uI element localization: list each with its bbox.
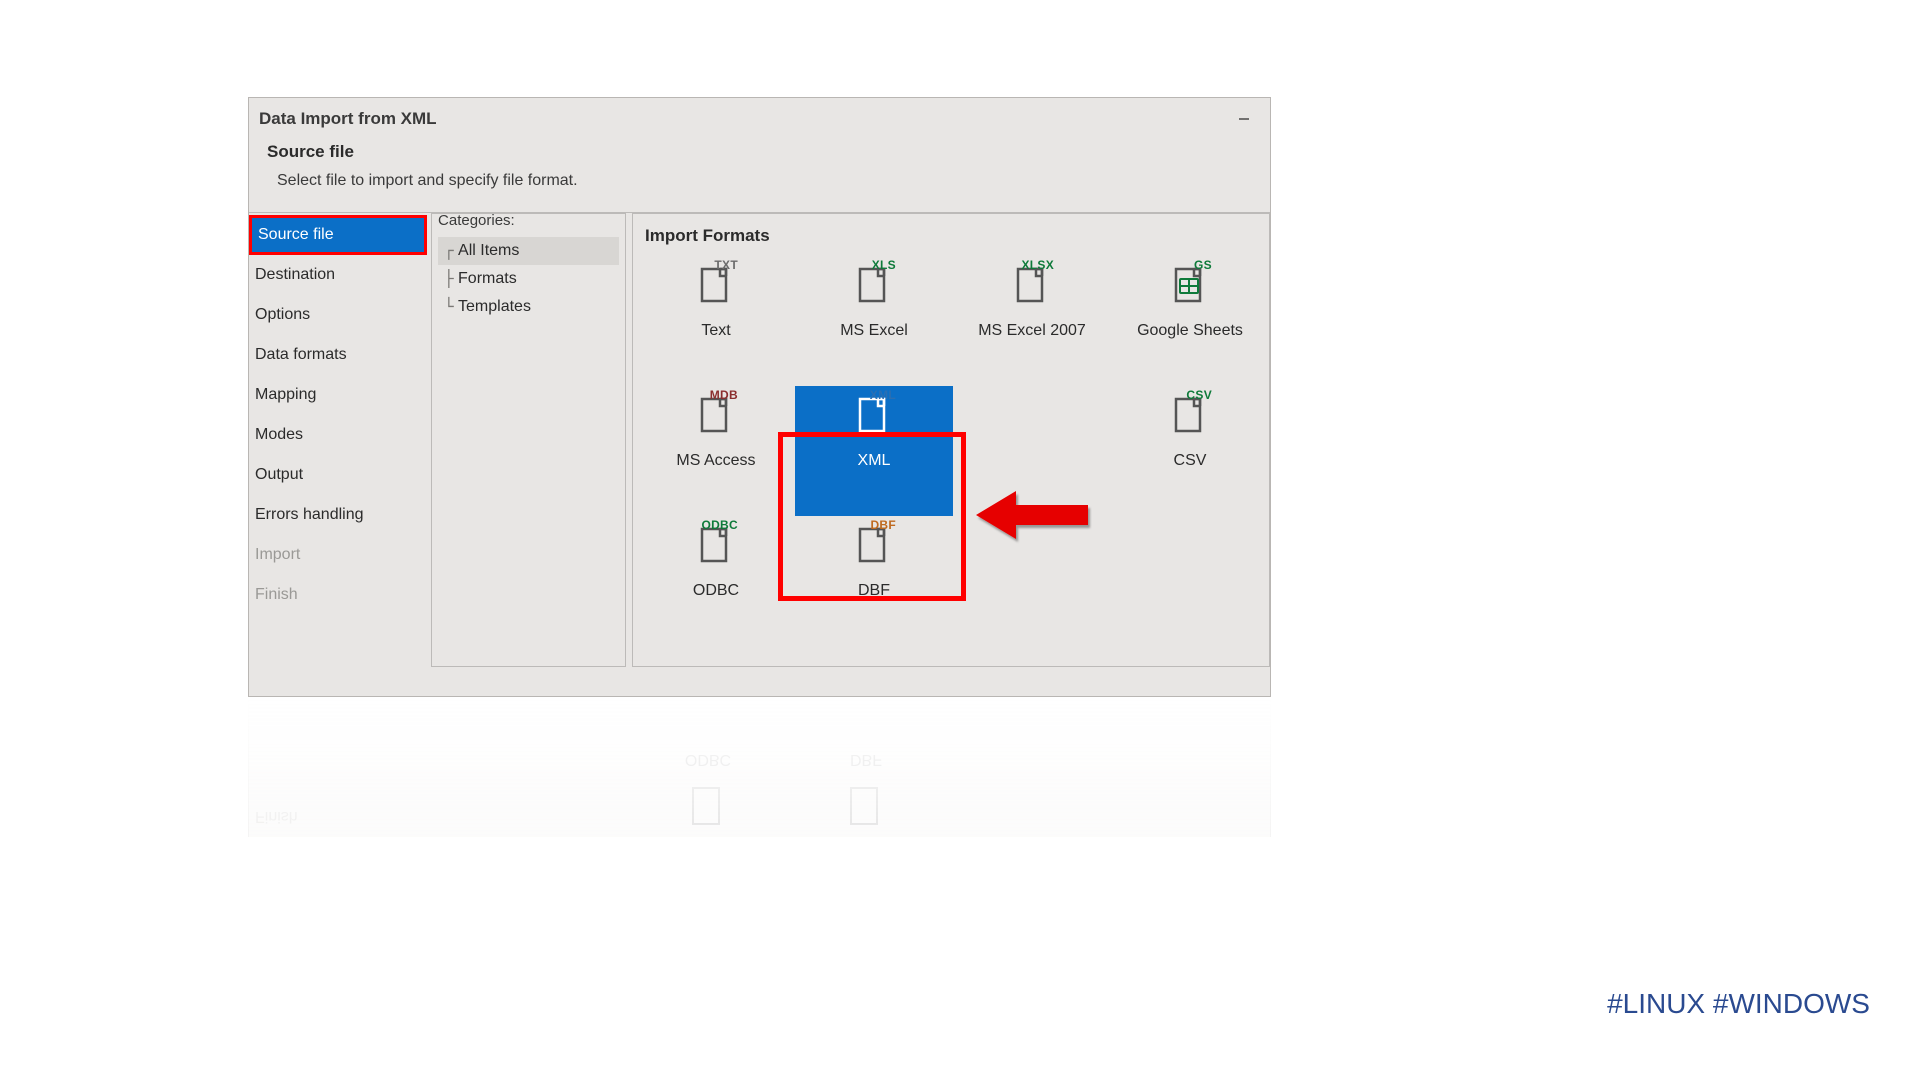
page-title: Source file	[267, 142, 1252, 162]
sidebar-item-modes[interactable]: Modes	[249, 415, 427, 455]
ext-badge: DBF	[869, 518, 897, 532]
category-label: Templates	[458, 298, 531, 316]
sidebar-item-label: Modes	[255, 426, 303, 444]
sidebar-item-label: Mapping	[255, 386, 316, 404]
window-title: Data Import from XML	[259, 109, 437, 129]
sheets-glyph-icon	[1179, 278, 1199, 294]
sidebar-item-label: Source file	[258, 226, 334, 244]
format-label: ODBC	[693, 582, 739, 600]
tree-connector-icon: └	[444, 299, 458, 315]
sidebar-item-errors-handling[interactable]: Errors handling	[249, 495, 427, 535]
format-label: MS Access	[676, 452, 755, 470]
format-ms-excel-2007[interactable]: XLSX MS Excel 2007	[953, 256, 1111, 386]
formats-panel: Import Formats TXT Text XLS MS Excel XLSX MS …	[632, 213, 1270, 667]
sidebar-item-label: Errors handling	[255, 506, 364, 524]
format-label: XML	[858, 452, 891, 470]
format-ms-access[interactable]: MDB MS Access	[637, 386, 795, 516]
ext-badge: XLSX	[1020, 258, 1055, 272]
category-formats[interactable]: ├Formats	[438, 265, 619, 293]
hashtags: #LINUX #WINDOWS	[1607, 988, 1870, 1020]
tree-connector-icon: ┌	[444, 243, 458, 259]
file-icon: DBF	[857, 524, 891, 566]
format-label: DBF	[858, 582, 890, 600]
wizard-sidebar: Source file Destination Options Data format…	[249, 213, 427, 667]
format-odbc[interactable]: ODBCODBC	[637, 516, 795, 646]
file-icon: CSV	[1173, 394, 1207, 436]
content-area: Source file Destination Options Data format…	[249, 213, 1270, 667]
header-panel: Source file Select file to import and sp…	[249, 140, 1270, 198]
category-all-items[interactable]: ┌All Items	[438, 237, 619, 265]
dialog-window: Data Import from XML Source file Select …	[248, 97, 1271, 697]
sidebar-item-options[interactable]: Options	[249, 295, 427, 335]
sidebar-item-data-formats[interactable]: Data formats	[249, 335, 427, 375]
format-label: Text	[701, 322, 730, 340]
file-icon: XML	[857, 394, 891, 436]
ext-badge: TXT	[713, 258, 739, 272]
sidebar-item-label: Output	[255, 466, 303, 484]
format-google-sheets[interactable]: GS Google Sheets	[1111, 256, 1269, 386]
tree-connector-icon: ├	[444, 271, 458, 287]
file-icon: XLSX	[1015, 264, 1049, 306]
file-icon: ODBC	[699, 524, 733, 566]
categories-panel: Categories: ┌All Items├Formats└Templates	[431, 213, 626, 667]
format-dbf[interactable]: DBFDBF	[795, 516, 953, 646]
sidebar-item-mapping[interactable]: Mapping	[249, 375, 427, 415]
format-ms-excel[interactable]: XLS MS Excel	[795, 256, 953, 386]
file-icon: TXT	[699, 264, 733, 306]
format-label: MS Excel 2007	[978, 322, 1086, 340]
sidebar-item-label: Import	[255, 546, 300, 564]
sidebar-item-import: Import	[249, 535, 427, 575]
ext-badge: XLS	[871, 258, 897, 272]
sidebar-item-label: Options	[255, 306, 310, 324]
minimize-button[interactable]	[1222, 104, 1266, 134]
ext-badge: GS	[1193, 258, 1213, 272]
ext-badge: MDB	[709, 388, 739, 402]
sidebar-item-finish: Finish	[249, 575, 427, 615]
reflection: Finish ODBC DBF	[248, 697, 1271, 837]
formats-title: Import Formats	[633, 226, 1269, 246]
file-icon: MDB	[699, 394, 733, 436]
sidebar-item-label: Data formats	[255, 346, 347, 364]
format-label: MS Excel	[840, 322, 908, 340]
format-xml[interactable]: XMLXML	[795, 386, 953, 516]
format-label: CSV	[1174, 452, 1207, 470]
format-label: Google Sheets	[1137, 322, 1243, 340]
ext-badge: XML	[869, 388, 897, 402]
format-grid: TXT Text XLS MS Excel XLSX MS Excel 2007 GS Goo…	[633, 246, 1269, 646]
sidebar-item-destination[interactable]: Destination	[249, 255, 427, 295]
sidebar-item-source-file[interactable]: Source file	[249, 215, 427, 255]
category-templates[interactable]: └Templates	[438, 293, 619, 321]
categories-label: Categories:	[438, 212, 619, 229]
category-label: All Items	[458, 242, 519, 260]
titlebar: Data Import from XML	[249, 98, 1270, 140]
format-csv[interactable]: CSVCSV	[1111, 386, 1269, 516]
file-icon: GS	[1173, 264, 1207, 306]
ext-badge: ODBC	[700, 518, 739, 532]
page-subtitle: Select file to import and specify file f…	[267, 172, 1252, 190]
sidebar-item-label: Destination	[255, 266, 335, 284]
format-text[interactable]: TXT Text	[637, 256, 795, 386]
ext-badge: CSV	[1185, 388, 1213, 402]
sidebar-item-label: Finish	[255, 586, 298, 604]
sidebar-item-output[interactable]: Output	[249, 455, 427, 495]
file-icon: XLS	[857, 264, 891, 306]
category-label: Formats	[458, 270, 517, 288]
